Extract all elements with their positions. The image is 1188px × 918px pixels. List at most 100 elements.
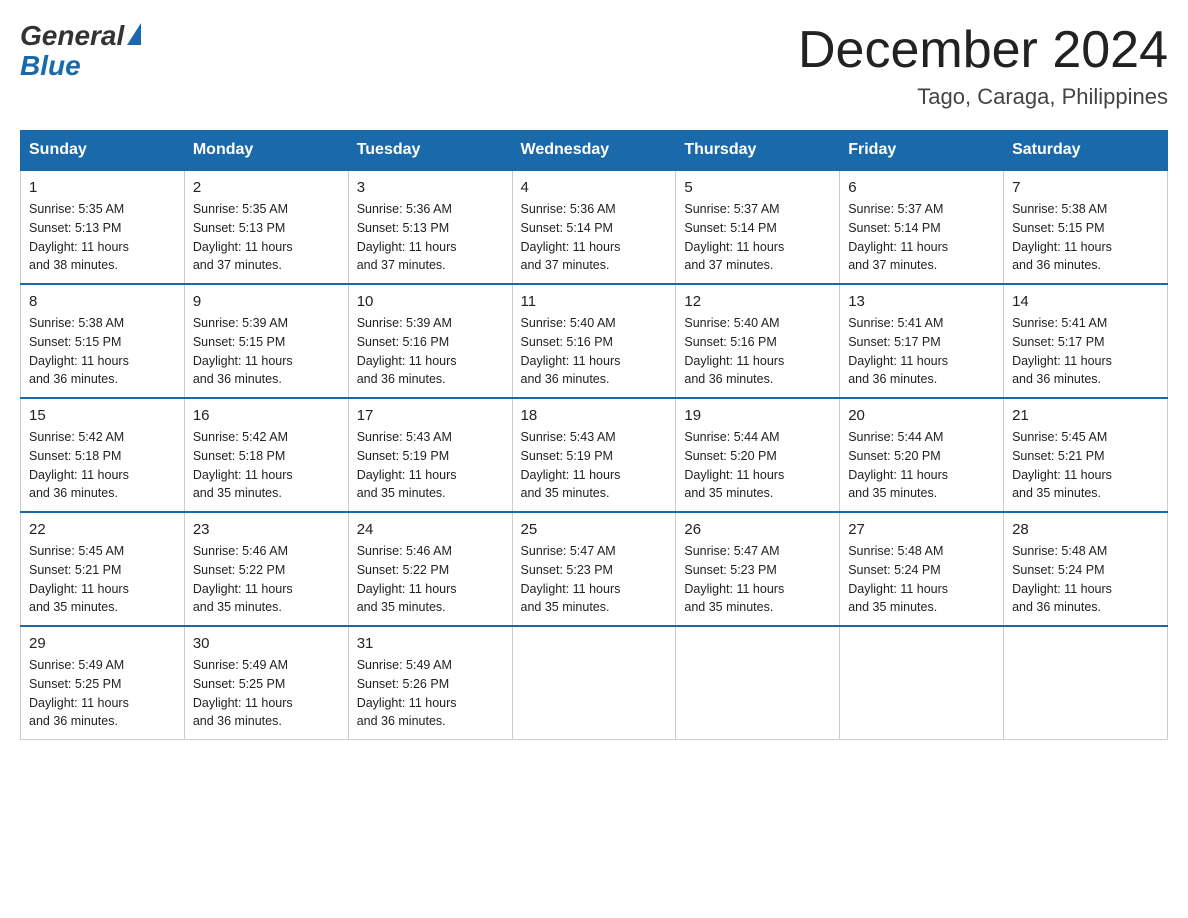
table-row: 9 Sunrise: 5:39 AM Sunset: 5:15 PM Dayli…: [184, 284, 348, 398]
header-friday: Friday: [840, 131, 1004, 171]
header-saturday: Saturday: [1004, 131, 1168, 171]
table-row: 24 Sunrise: 5:46 AM Sunset: 5:22 PM Dayl…: [348, 512, 512, 626]
day-number: 14: [1012, 293, 1159, 310]
day-number: 13: [848, 293, 995, 310]
day-info: Sunrise: 5:49 AM Sunset: 5:25 PM Dayligh…: [193, 656, 340, 731]
table-row: 13 Sunrise: 5:41 AM Sunset: 5:17 PM Dayl…: [840, 284, 1004, 398]
day-number: 31: [357, 635, 504, 652]
table-row: 3 Sunrise: 5:36 AM Sunset: 5:13 PM Dayli…: [348, 170, 512, 284]
calendar-week-row: 29 Sunrise: 5:49 AM Sunset: 5:25 PM Dayl…: [21, 626, 1168, 740]
header-thursday: Thursday: [676, 131, 840, 171]
table-row: [676, 626, 840, 740]
day-info: Sunrise: 5:49 AM Sunset: 5:26 PM Dayligh…: [357, 656, 504, 731]
table-row: 10 Sunrise: 5:39 AM Sunset: 5:16 PM Dayl…: [348, 284, 512, 398]
table-row: 1 Sunrise: 5:35 AM Sunset: 5:13 PM Dayli…: [21, 170, 185, 284]
location-subtitle: Tago, Caraga, Philippines: [798, 84, 1168, 110]
day-number: 19: [684, 407, 831, 424]
table-row: 15 Sunrise: 5:42 AM Sunset: 5:18 PM Dayl…: [21, 398, 185, 512]
day-info: Sunrise: 5:48 AM Sunset: 5:24 PM Dayligh…: [1012, 542, 1159, 617]
table-row: 31 Sunrise: 5:49 AM Sunset: 5:26 PM Dayl…: [348, 626, 512, 740]
table-row: [1004, 626, 1168, 740]
logo-blue-text: Blue: [20, 50, 81, 82]
table-row: 17 Sunrise: 5:43 AM Sunset: 5:19 PM Dayl…: [348, 398, 512, 512]
table-row: 5 Sunrise: 5:37 AM Sunset: 5:14 PM Dayli…: [676, 170, 840, 284]
day-number: 20: [848, 407, 995, 424]
table-row: 2 Sunrise: 5:35 AM Sunset: 5:13 PM Dayli…: [184, 170, 348, 284]
day-number: 18: [521, 407, 668, 424]
day-number: 29: [29, 635, 176, 652]
table-row: 4 Sunrise: 5:36 AM Sunset: 5:14 PM Dayli…: [512, 170, 676, 284]
day-number: 25: [521, 521, 668, 538]
day-number: 1: [29, 179, 176, 196]
header-monday: Monday: [184, 131, 348, 171]
table-row: [512, 626, 676, 740]
table-row: 21 Sunrise: 5:45 AM Sunset: 5:21 PM Dayl…: [1004, 398, 1168, 512]
day-info: Sunrise: 5:38 AM Sunset: 5:15 PM Dayligh…: [29, 314, 176, 389]
day-info: Sunrise: 5:41 AM Sunset: 5:17 PM Dayligh…: [1012, 314, 1159, 389]
table-row: 30 Sunrise: 5:49 AM Sunset: 5:25 PM Dayl…: [184, 626, 348, 740]
calendar-week-row: 8 Sunrise: 5:38 AM Sunset: 5:15 PM Dayli…: [21, 284, 1168, 398]
title-block: December 2024 Tago, Caraga, Philippines: [798, 20, 1168, 110]
day-info: Sunrise: 5:46 AM Sunset: 5:22 PM Dayligh…: [357, 542, 504, 617]
day-number: 6: [848, 179, 995, 196]
day-info: Sunrise: 5:39 AM Sunset: 5:16 PM Dayligh…: [357, 314, 504, 389]
day-info: Sunrise: 5:49 AM Sunset: 5:25 PM Dayligh…: [29, 656, 176, 731]
day-info: Sunrise: 5:44 AM Sunset: 5:20 PM Dayligh…: [684, 428, 831, 503]
table-row: 27 Sunrise: 5:48 AM Sunset: 5:24 PM Dayl…: [840, 512, 1004, 626]
day-info: Sunrise: 5:47 AM Sunset: 5:23 PM Dayligh…: [521, 542, 668, 617]
table-row: 8 Sunrise: 5:38 AM Sunset: 5:15 PM Dayli…: [21, 284, 185, 398]
day-number: 4: [521, 179, 668, 196]
day-info: Sunrise: 5:37 AM Sunset: 5:14 PM Dayligh…: [848, 200, 995, 275]
logo-general-text: General: [20, 20, 124, 52]
day-number: 30: [193, 635, 340, 652]
table-row: 28 Sunrise: 5:48 AM Sunset: 5:24 PM Dayl…: [1004, 512, 1168, 626]
table-row: 23 Sunrise: 5:46 AM Sunset: 5:22 PM Dayl…: [184, 512, 348, 626]
header-sunday: Sunday: [21, 131, 185, 171]
day-number: 24: [357, 521, 504, 538]
table-row: 18 Sunrise: 5:43 AM Sunset: 5:19 PM Dayl…: [512, 398, 676, 512]
day-info: Sunrise: 5:48 AM Sunset: 5:24 PM Dayligh…: [848, 542, 995, 617]
day-info: Sunrise: 5:43 AM Sunset: 5:19 PM Dayligh…: [521, 428, 668, 503]
table-row: 22 Sunrise: 5:45 AM Sunset: 5:21 PM Dayl…: [21, 512, 185, 626]
day-number: 9: [193, 293, 340, 310]
day-number: 16: [193, 407, 340, 424]
table-row: 12 Sunrise: 5:40 AM Sunset: 5:16 PM Dayl…: [676, 284, 840, 398]
day-info: Sunrise: 5:45 AM Sunset: 5:21 PM Dayligh…: [1012, 428, 1159, 503]
day-number: 27: [848, 521, 995, 538]
day-number: 15: [29, 407, 176, 424]
day-number: 2: [193, 179, 340, 196]
day-info: Sunrise: 5:43 AM Sunset: 5:19 PM Dayligh…: [357, 428, 504, 503]
table-row: 7 Sunrise: 5:38 AM Sunset: 5:15 PM Dayli…: [1004, 170, 1168, 284]
day-info: Sunrise: 5:45 AM Sunset: 5:21 PM Dayligh…: [29, 542, 176, 617]
day-number: 22: [29, 521, 176, 538]
day-number: 28: [1012, 521, 1159, 538]
logo-top: General: [20, 20, 141, 52]
month-year-title: December 2024: [798, 20, 1168, 80]
day-info: Sunrise: 5:36 AM Sunset: 5:14 PM Dayligh…: [521, 200, 668, 275]
table-row: [840, 626, 1004, 740]
day-number: 10: [357, 293, 504, 310]
table-row: 14 Sunrise: 5:41 AM Sunset: 5:17 PM Dayl…: [1004, 284, 1168, 398]
day-info: Sunrise: 5:35 AM Sunset: 5:13 PM Dayligh…: [193, 200, 340, 275]
table-row: 26 Sunrise: 5:47 AM Sunset: 5:23 PM Dayl…: [676, 512, 840, 626]
day-number: 5: [684, 179, 831, 196]
calendar-week-row: 22 Sunrise: 5:45 AM Sunset: 5:21 PM Dayl…: [21, 512, 1168, 626]
table-row: 11 Sunrise: 5:40 AM Sunset: 5:16 PM Dayl…: [512, 284, 676, 398]
table-row: 29 Sunrise: 5:49 AM Sunset: 5:25 PM Dayl…: [21, 626, 185, 740]
day-info: Sunrise: 5:40 AM Sunset: 5:16 PM Dayligh…: [521, 314, 668, 389]
day-info: Sunrise: 5:40 AM Sunset: 5:16 PM Dayligh…: [684, 314, 831, 389]
day-info: Sunrise: 5:37 AM Sunset: 5:14 PM Dayligh…: [684, 200, 831, 275]
day-number: 7: [1012, 179, 1159, 196]
table-row: 25 Sunrise: 5:47 AM Sunset: 5:23 PM Dayl…: [512, 512, 676, 626]
day-info: Sunrise: 5:44 AM Sunset: 5:20 PM Dayligh…: [848, 428, 995, 503]
day-number: 23: [193, 521, 340, 538]
day-info: Sunrise: 5:42 AM Sunset: 5:18 PM Dayligh…: [29, 428, 176, 503]
calendar-header-row: Sunday Monday Tuesday Wednesday Thursday…: [21, 131, 1168, 171]
page-header: General Blue December 2024 Tago, Caraga,…: [20, 20, 1168, 110]
logo-triangle-icon: [127, 23, 141, 45]
day-info: Sunrise: 5:46 AM Sunset: 5:22 PM Dayligh…: [193, 542, 340, 617]
header-tuesday: Tuesday: [348, 131, 512, 171]
calendar-week-row: 1 Sunrise: 5:35 AM Sunset: 5:13 PM Dayli…: [21, 170, 1168, 284]
table-row: 6 Sunrise: 5:37 AM Sunset: 5:14 PM Dayli…: [840, 170, 1004, 284]
table-row: 16 Sunrise: 5:42 AM Sunset: 5:18 PM Dayl…: [184, 398, 348, 512]
